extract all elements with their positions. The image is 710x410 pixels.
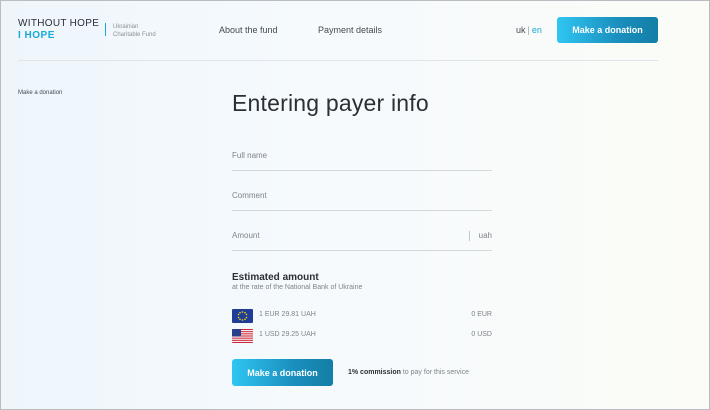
logo-subtitle-line2: Charitable Fund [113,32,156,38]
usd-value: 0 USD [471,331,492,338]
nav-about-fund[interactable]: About the fund [219,25,278,35]
comment-placeholder: Comment [232,191,267,200]
eur-value: 0 EUR [471,311,492,318]
rate-row-eur: 1 EUR 29.81 UAH 0 EUR [232,309,492,324]
us-flag-icon [232,329,253,343]
logo-line1: WITHOUT HOPE [18,18,100,29]
amount-field[interactable]: Amount uah [232,229,492,251]
eu-flag-icon [232,309,253,323]
breadcrumb[interactable]: Make a donation [18,90,62,96]
amount-placeholder: Amount [232,231,260,240]
commission-bold: 1% commission [348,369,401,376]
logo-divider [105,23,106,36]
comment-field[interactable]: Comment [232,189,492,211]
amount-unit-divider [469,231,470,241]
estimate-title: Estimated amount [232,272,319,283]
header-donate-button[interactable]: Make a donation [557,17,658,43]
fund-logo[interactable]: WITHOUT HOPE I HOPE [18,18,99,42]
nav-payment-details[interactable]: Payment details [318,25,382,35]
logo-subtitle: Ukrainian Charitable Fund [113,23,156,39]
lang-uk[interactable]: uk [516,25,526,35]
estimate-subtitle: at the rate of the National Bank of Ukra… [232,284,363,291]
logo-line2: I HOPE [18,30,55,41]
eur-rate: 1 EUR 29.81 UAH [259,311,316,318]
amount-unit: uah [478,231,492,240]
full-name-field[interactable]: Full name [232,149,492,171]
rate-row-usd: 1 USD 29.25 UAH 0 USD [232,329,492,344]
usd-rate: 1 USD 29.25 UAH [259,331,316,338]
commission-rest: to pay for this service [400,369,470,376]
lang-en[interactable]: en [532,25,542,35]
commission-note: 1% commission to pay for this service [348,369,469,376]
page-frame: WITHOUT HOPE I HOPE Ukrainian Charitable… [0,0,710,410]
header-divider [18,60,658,61]
logo-subtitle-line1: Ukrainian [113,24,139,30]
page-title: Entering payer info [232,90,429,116]
full-name-placeholder: Full name [232,151,268,160]
donate-button[interactable]: Make a donation [232,359,333,386]
language-switcher: uk | en [516,25,542,35]
lang-separator: | [527,25,530,35]
